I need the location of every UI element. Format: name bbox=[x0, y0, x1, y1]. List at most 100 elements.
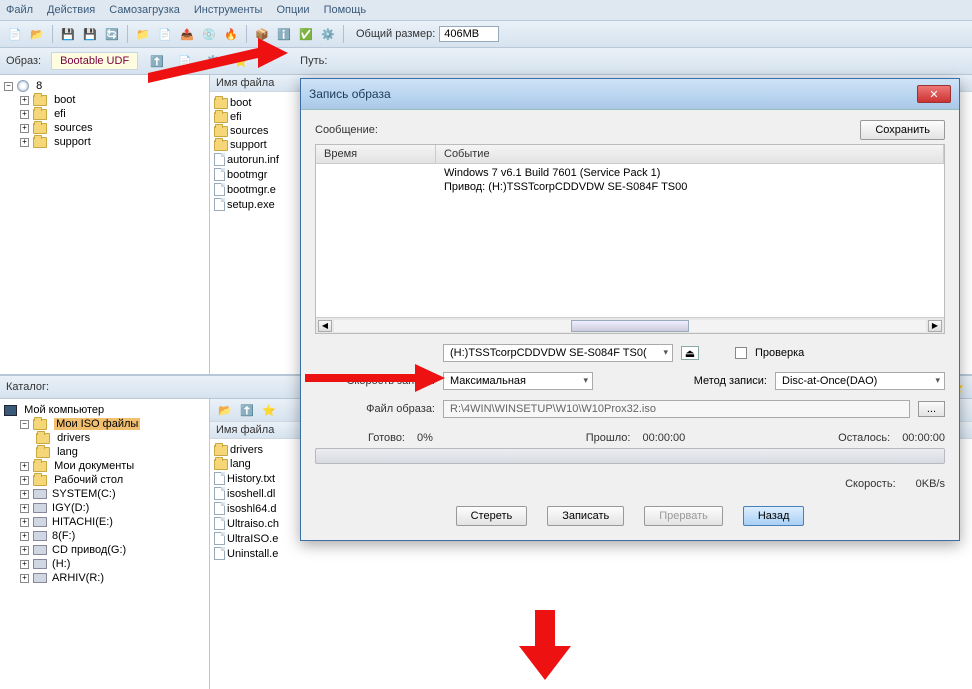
scroll-right-icon[interactable]: ▶ bbox=[928, 320, 942, 332]
burn-speed-value: 0KB/s bbox=[916, 478, 945, 490]
refresh-icon[interactable]: 🔄 bbox=[103, 25, 121, 43]
folder-icon bbox=[36, 433, 50, 444]
folder-icon bbox=[214, 445, 228, 456]
br-up-icon[interactable]: ⬆️ bbox=[238, 401, 256, 419]
pc-icon bbox=[4, 405, 17, 416]
star-icon[interactable]: ⭐ bbox=[232, 52, 250, 70]
folder-icon bbox=[214, 98, 228, 109]
folder-icon bbox=[33, 461, 47, 472]
path-label: Путь: bbox=[300, 55, 327, 67]
settings-icon[interactable]: ⚙️ bbox=[319, 25, 337, 43]
br-star-icon[interactable]: ⭐ bbox=[260, 401, 278, 419]
tree-item[interactable]: lang bbox=[4, 445, 205, 459]
tree-item-drive[interactable]: + (H:) bbox=[4, 557, 205, 571]
tree-item[interactable]: drivers bbox=[4, 431, 205, 445]
speed-combo[interactable]: Максимальная bbox=[443, 372, 593, 390]
scroll-thumb[interactable] bbox=[571, 320, 689, 332]
folder-icon bbox=[33, 95, 47, 106]
burn-speed-label: Скорость: bbox=[845, 478, 896, 490]
tree-item[interactable]: + support bbox=[4, 135, 205, 149]
tree-item-drive[interactable]: + HITACHI(E:) bbox=[4, 515, 205, 529]
folder-icon bbox=[33, 123, 47, 134]
erase-button[interactable]: Стереть bbox=[456, 506, 528, 526]
eject-icon[interactable]: ⏏ bbox=[681, 346, 699, 360]
folder-icon bbox=[33, 475, 47, 486]
tree-item-drive[interactable]: + IGY(D:) bbox=[4, 501, 205, 515]
method-combo[interactable]: Disc-at-Once(DAO) bbox=[775, 372, 945, 390]
disc-icon bbox=[17, 80, 29, 92]
save-button[interactable]: Сохранить bbox=[860, 120, 945, 140]
mount-icon[interactable]: 💿 bbox=[200, 25, 218, 43]
burn-button[interactable]: Записать bbox=[547, 506, 624, 526]
tree-item-drive[interactable]: + 8(F:) bbox=[4, 529, 205, 543]
add-file-icon[interactable]: 📄 bbox=[156, 25, 174, 43]
add-folder-icon[interactable]: 📁 bbox=[134, 25, 152, 43]
close-icon[interactable]: ✕ bbox=[917, 85, 951, 103]
tree-item-drive[interactable]: + ARHIV(R:) bbox=[4, 571, 205, 585]
tree-item-drive[interactable]: + SYSTEM(C:) bbox=[4, 487, 205, 501]
compress-icon[interactable]: 📦 bbox=[253, 25, 271, 43]
gear-icon[interactable]: ⚙️ bbox=[204, 52, 222, 70]
remain-value: 00:00:00 bbox=[902, 432, 945, 444]
file-icon bbox=[214, 472, 225, 485]
menu-actions[interactable]: Действия bbox=[47, 4, 95, 16]
check-icon[interactable]: ✅ bbox=[297, 25, 315, 43]
saveas-icon[interactable]: 💾 bbox=[81, 25, 99, 43]
new2-icon[interactable]: 📄 bbox=[176, 52, 194, 70]
menu-help[interactable]: Помощь bbox=[324, 4, 367, 16]
verify-checkbox[interactable] bbox=[735, 347, 747, 359]
menu-options[interactable]: Опции bbox=[276, 4, 309, 16]
file-path-field[interactable]: R:\4WIN\WINSETUP\W10\W10Prox32.iso bbox=[443, 400, 910, 418]
folder-icon bbox=[214, 140, 228, 151]
back-button[interactable]: Назад bbox=[743, 506, 805, 526]
verify-label: Проверка bbox=[755, 347, 804, 359]
scroll-left-icon[interactable]: ◀ bbox=[318, 320, 332, 332]
menu-file[interactable]: Файл bbox=[6, 4, 33, 16]
br-open-icon[interactable]: 📂 bbox=[216, 401, 234, 419]
tree-root[interactable]: − 8 bbox=[4, 79, 205, 93]
drive-icon bbox=[33, 503, 47, 513]
file-icon bbox=[214, 547, 225, 560]
image-label: Образ: bbox=[6, 55, 41, 67]
bootable-type-button[interactable]: Bootable UDF bbox=[51, 52, 138, 70]
speed-label: Скорость записи: bbox=[315, 375, 435, 387]
menu-boot[interactable]: Самозагрузка bbox=[109, 4, 180, 16]
open-icon[interactable]: 📂 bbox=[28, 25, 46, 43]
burn-image-dialog: Запись образа ✕ Сообщение: Сохранить Вре… bbox=[300, 78, 960, 541]
image-row: Образ: Bootable UDF ⬆️ 📄 ⚙️ ⭐ Путь: bbox=[0, 48, 972, 75]
file-icon bbox=[214, 153, 225, 166]
file-label: Файл образа: bbox=[315, 403, 435, 415]
tree-item-drive[interactable]: + CD привод(G:) bbox=[4, 543, 205, 557]
menu-tools[interactable]: Инструменты bbox=[194, 4, 263, 16]
col-event[interactable]: Событие bbox=[436, 145, 944, 163]
tree-item[interactable]: + Рабочий стол bbox=[4, 473, 205, 487]
drive-icon bbox=[33, 573, 47, 583]
tree-root-pc[interactable]: Мой компьютер bbox=[4, 403, 205, 417]
list-item[interactable]: Uninstall.e bbox=[214, 546, 968, 561]
tree-item[interactable]: + sources bbox=[4, 121, 205, 135]
tree-item[interactable]: + Мои документы bbox=[4, 459, 205, 473]
progress-pct: 0% bbox=[417, 432, 433, 444]
total-size-field[interactable]: 406MB bbox=[439, 26, 499, 42]
col-time[interactable]: Время bbox=[316, 145, 436, 163]
file-icon bbox=[214, 198, 225, 211]
extract-icon[interactable]: 📤 bbox=[178, 25, 196, 43]
file-icon bbox=[214, 532, 225, 545]
drive-combo[interactable]: (H:)TSSTcorpCDDVDW SE-S084F TS0( bbox=[443, 344, 673, 362]
file-icon bbox=[214, 517, 225, 530]
burn-icon[interactable]: 🔥 bbox=[222, 25, 240, 43]
main-toolbar: 📄 📂 💾 💾 🔄 📁 📄 📤 💿 🔥 📦 ℹ️ ✅ ⚙️ Общий разм… bbox=[0, 20, 972, 48]
info-icon[interactable]: ℹ️ bbox=[275, 25, 293, 43]
message-label: Сообщение: bbox=[315, 124, 378, 136]
drive-icon bbox=[33, 489, 47, 499]
tree-item-iso[interactable]: − Мои ISO файлы bbox=[4, 417, 205, 431]
new-icon[interactable]: 📄 bbox=[6, 25, 24, 43]
scrollbar-horizontal[interactable]: ◀ ▶ bbox=[316, 317, 944, 333]
tree-item[interactable]: + boot bbox=[4, 93, 205, 107]
abort-button[interactable]: Прервать bbox=[644, 506, 723, 526]
up-icon[interactable]: ⬆️ bbox=[148, 52, 166, 70]
browse-button[interactable]: ... bbox=[918, 401, 945, 417]
drive-icon bbox=[33, 545, 47, 555]
tree-item[interactable]: + efi bbox=[4, 107, 205, 121]
save-icon[interactable]: 💾 bbox=[59, 25, 77, 43]
